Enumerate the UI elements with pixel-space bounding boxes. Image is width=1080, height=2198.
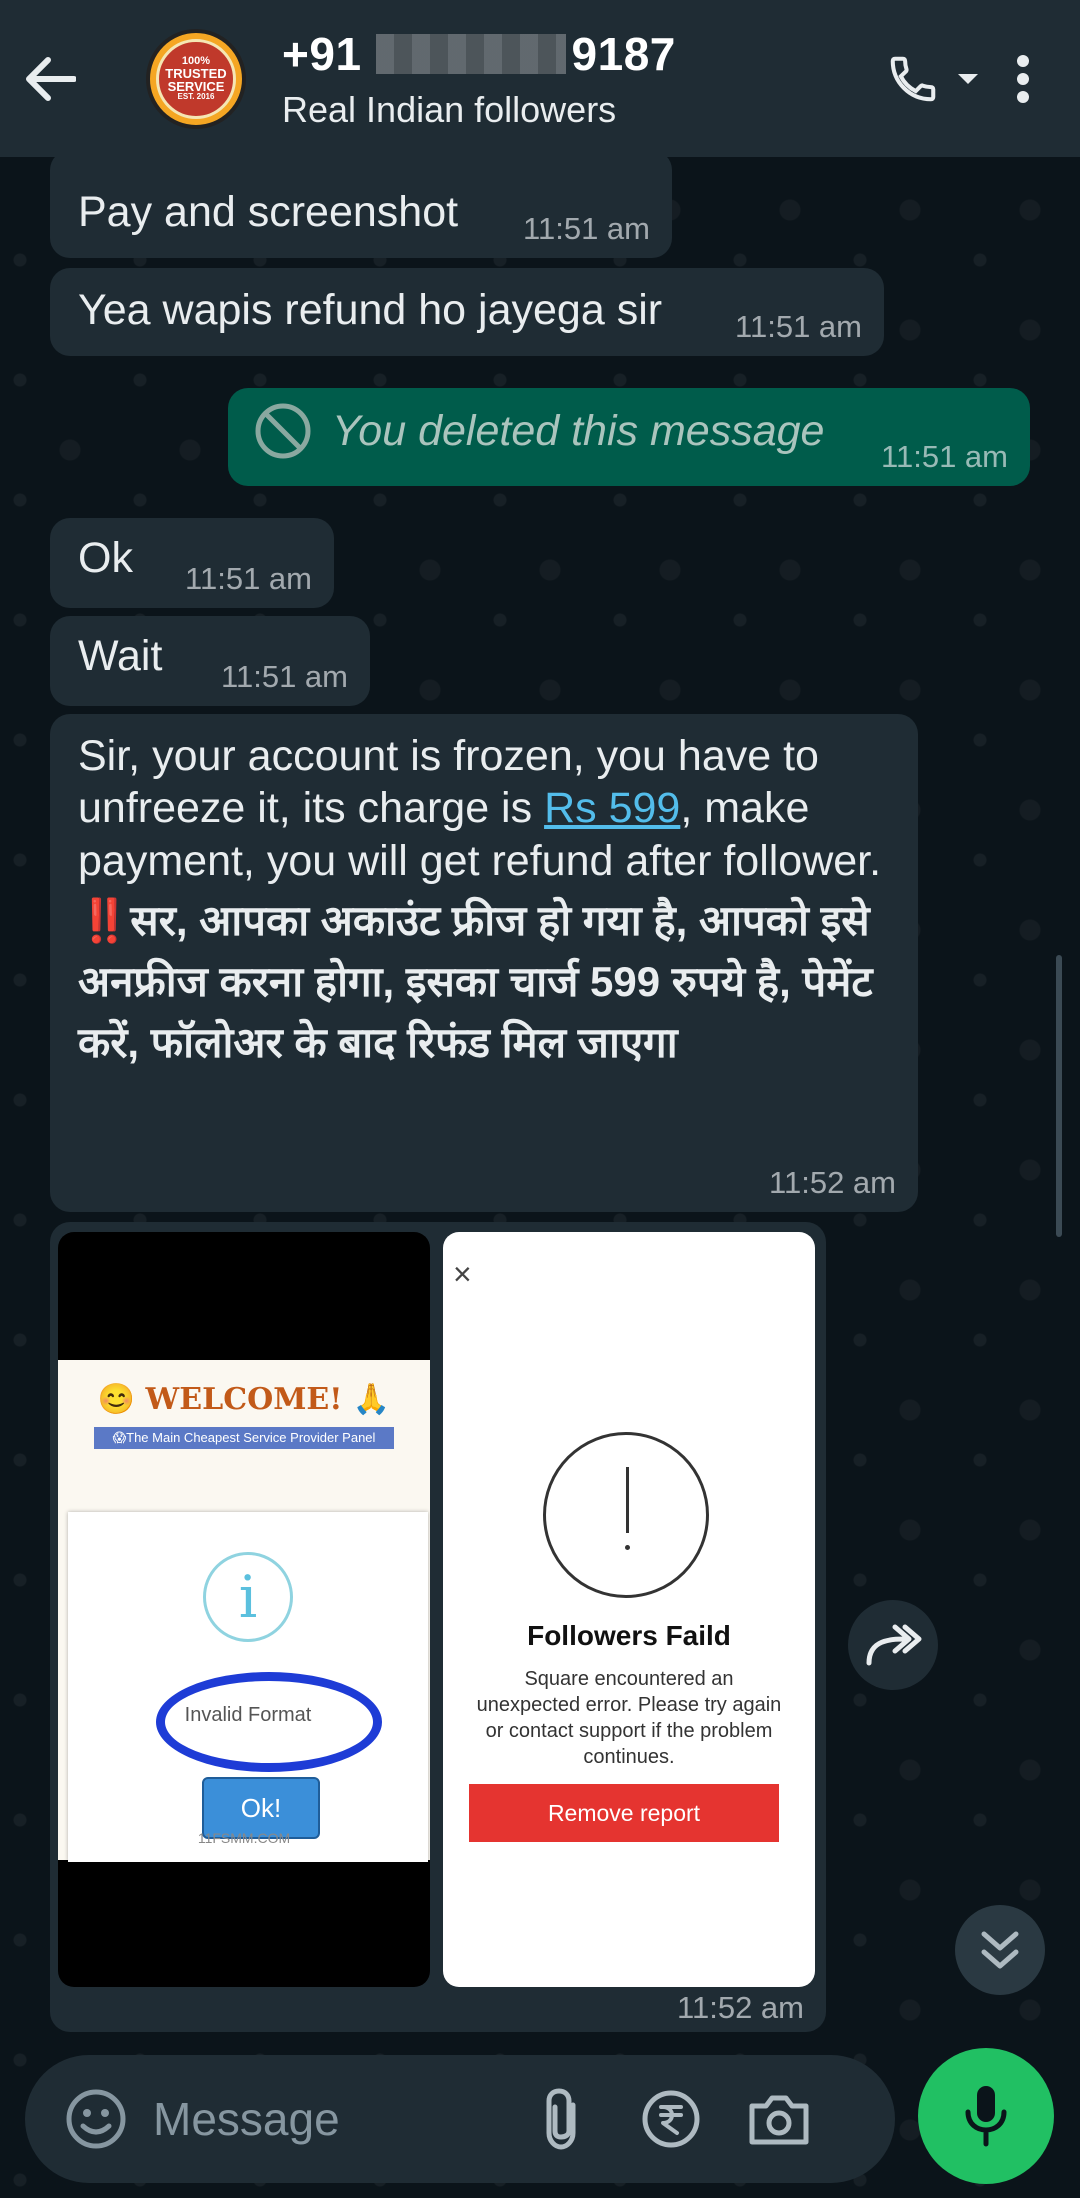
double-exclamation-icon: ‼️ [78, 897, 131, 945]
message-bubble[interactable]: Ok 11:51 am [50, 518, 334, 608]
screenshot-image-2[interactable]: × Followers Faild Square encountered an … [443, 1232, 815, 1987]
message-time: 11:51 am [185, 561, 312, 597]
redacted-block [375, 33, 566, 74]
forward-button[interactable] [848, 1600, 938, 1690]
alert-icon [543, 1432, 709, 1598]
scroll-to-bottom-button[interactable] [955, 1905, 1045, 1995]
message-time: 11:51 am [221, 659, 348, 695]
message-text: Sir, your account is frozen, you have to… [50, 714, 918, 1074]
image-message[interactable]: 😊 WELCOME! 🙏 😱The Main Cheapest Service … [50, 1222, 826, 2032]
voice-message-button[interactable] [918, 2048, 1054, 2184]
avatar-text: EST. 2016 [177, 92, 215, 101]
dialog-message: Invalid Format [184, 1704, 312, 1726]
deleted-icon [255, 403, 311, 459]
contact-info[interactable]: +91 9187 Real Indian followers [282, 27, 878, 131]
attach-button[interactable] [523, 2079, 603, 2159]
scrollbar[interactable] [1056, 955, 1062, 1237]
contact-number: +91 9187 [282, 27, 676, 80]
deleted-text: You deleted this message [332, 406, 825, 455]
avatar[interactable]: 100% TRUSTED SERVICE EST. 2016 [146, 28, 246, 129]
message-time: 11:51 am [523, 211, 650, 247]
error-title: Followers Faild [527, 1620, 731, 1651]
info-icon: i [203, 1552, 293, 1642]
payment-button[interactable] [631, 2079, 711, 2159]
welcome-heading: 😊 WELCOME! 🙏 [97, 1382, 391, 1417]
message-time: 11:52 am [677, 1990, 804, 2025]
close-icon: × [453, 1256, 472, 1292]
attach-icon [546, 2088, 576, 2150]
message-bubble[interactable]: Sir, your account is frozen, you have to… [50, 714, 918, 1212]
screenshot-image-1[interactable]: 😊 WELCOME! 🙏 😱The Main Cheapest Service … [58, 1232, 430, 1987]
message-time: 11:51 am [735, 309, 862, 345]
message-time: 11:52 am [769, 1165, 896, 1201]
message-bubble[interactable]: Pay and screenshot 11:51 am [50, 150, 672, 258]
message-bubble[interactable]: Wait 11:51 am [50, 616, 370, 706]
message-bubble[interactable]: Yea wapis refund ho jayega sir 11:51 am [50, 268, 884, 356]
message-input[interactable] [153, 2092, 523, 2146]
camera-icon [749, 2095, 809, 2145]
back-arrow-icon [26, 56, 76, 101]
phone-icon [890, 56, 936, 101]
double-chevron-down-icon [981, 1931, 1019, 1969]
more-vert-icon [1017, 54, 1029, 103]
error-dialog: i Invalid Format Ok! [68, 1512, 428, 1862]
mic-icon [965, 2086, 1007, 2147]
voice-call-button[interactable] [878, 39, 948, 119]
rupee-icon [642, 2090, 700, 2148]
contact-subtitle: Real Indian followers [282, 88, 617, 130]
back-button[interactable] [0, 0, 100, 157]
payment-link[interactable]: Rs 599 [544, 784, 680, 832]
emoji-button[interactable] [61, 2084, 131, 2154]
emoji-icon [66, 2089, 126, 2149]
dropdown-icon [958, 73, 978, 84]
chat-header: 100% TRUSTED SERVICE EST. 2016 +91 9187 … [0, 0, 1080, 157]
forward-icon [866, 1624, 922, 1666]
more-options-button[interactable] [988, 39, 1058, 119]
call-dropdown-button[interactable] [948, 39, 988, 119]
panel-banner: 😱The Main Cheapest Service Provider Pane… [94, 1427, 394, 1449]
remove-report-button: Remove report [469, 1784, 779, 1842]
error-body: Square encountered an unexpected error. … [476, 1668, 782, 1768]
message-composer [25, 2055, 895, 2183]
site-footer: 11FSMM.COM [197, 1830, 291, 1846]
hindi-text: ‼️सर, आपका अकाउंट फ्रीज हो गया है, आपको … [78, 897, 873, 1067]
message-time: 11:51 am [881, 439, 1008, 475]
message-bubble-deleted[interactable]: You deleted this message 11:51 am [228, 388, 1030, 486]
camera-button[interactable] [739, 2079, 819, 2159]
